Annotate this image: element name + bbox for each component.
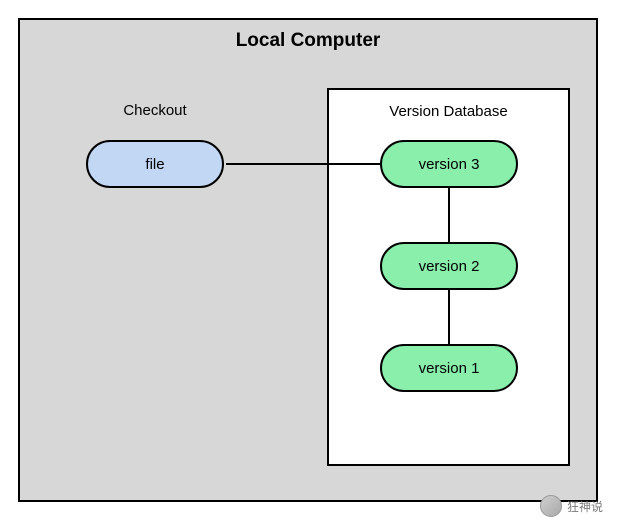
- version-3-label: version 3: [419, 156, 480, 173]
- version-2-node: version 2: [380, 242, 518, 290]
- diagram-canvas: Local Computer Checkout Version Database…: [0, 0, 617, 523]
- connector-v2-to-v1: [448, 290, 450, 344]
- file-node: file: [86, 140, 224, 188]
- version-2-label: version 2: [419, 258, 480, 275]
- version-3-node: version 3: [380, 140, 518, 188]
- watermark: 狂神说: [540, 495, 603, 517]
- local-computer-box: Local Computer Checkout Version Database…: [18, 18, 598, 502]
- file-node-label: file: [145, 156, 164, 173]
- version-1-label: version 1: [419, 360, 480, 377]
- version-1-node: version 1: [380, 344, 518, 392]
- connector-file-to-v3: [226, 163, 380, 165]
- version-database-title: Version Database: [329, 103, 568, 120]
- connector-v3-to-v2: [448, 188, 450, 242]
- watermark-avatar-icon: [540, 495, 562, 517]
- local-computer-title: Local Computer: [20, 30, 596, 52]
- watermark-text: 狂神说: [567, 498, 603, 515]
- checkout-label: Checkout: [80, 102, 230, 119]
